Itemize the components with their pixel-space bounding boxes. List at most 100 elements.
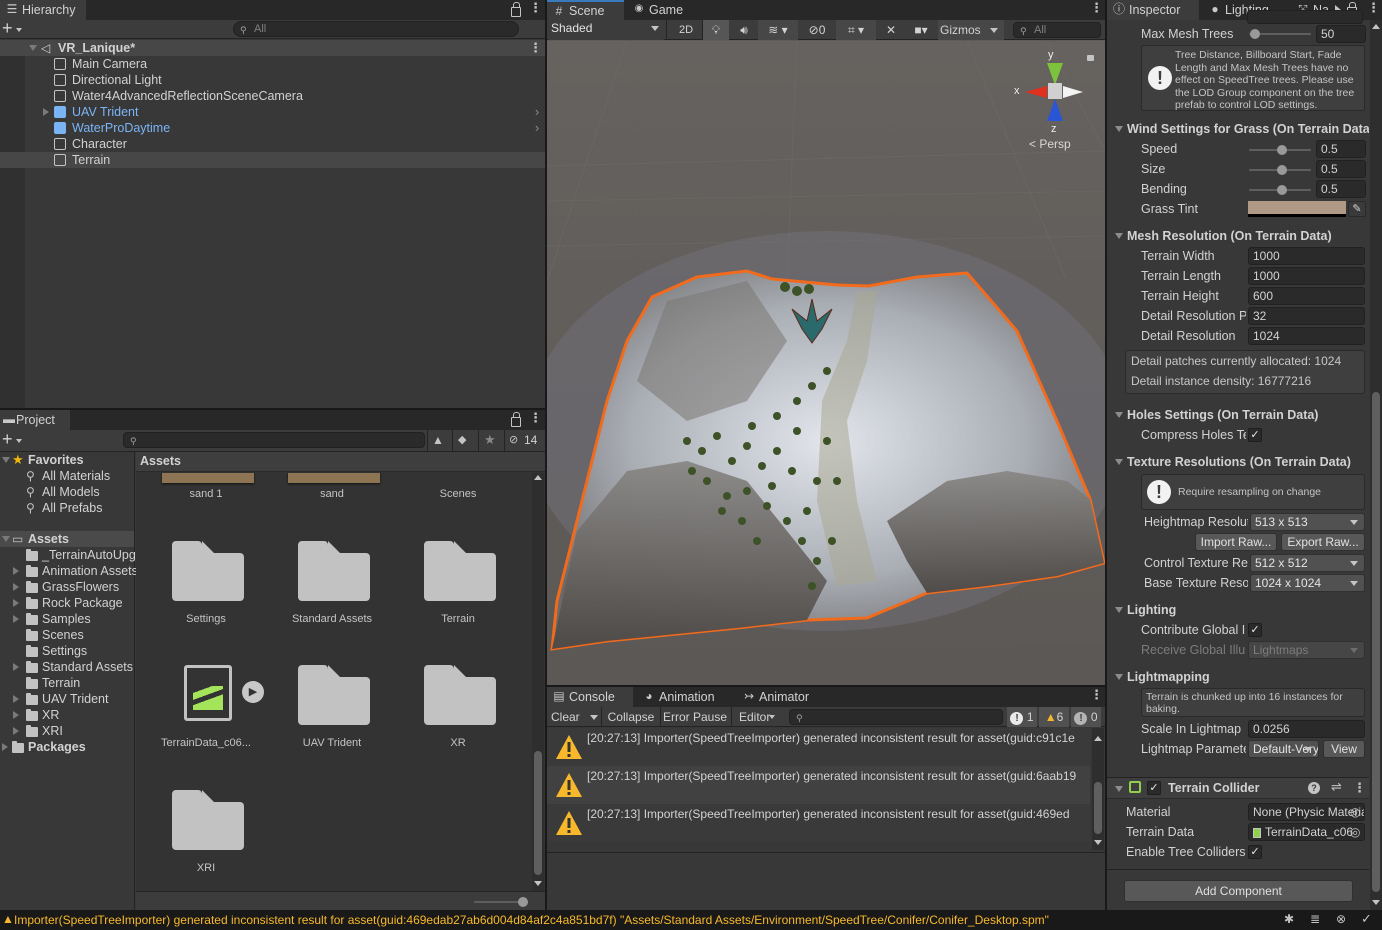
scroll-down-icon[interactable]: [1094, 840, 1102, 845]
wind-speed-field[interactable]: 0.5: [1316, 140, 1366, 158]
error-filter-toggle[interactable]: ! 0: [1071, 707, 1101, 727]
folder-item[interactable]: GrassFlowers: [0, 579, 134, 595]
hierarchy-item[interactable]: Water4AdvancedReflectionSceneCamera: [0, 88, 545, 104]
asset-item[interactable]: sand 1: [146, 473, 266, 523]
texture-resolutions-header[interactable]: Texture Resolutions (On Terrain Data): [1115, 453, 1369, 471]
object-picker-icon[interactable]: ◎: [1350, 825, 1360, 839]
mesh-field-input[interactable]: 1024: [1248, 327, 1365, 345]
scene-viewport[interactable]: y x z < Persp: [547, 41, 1105, 685]
base-texture-resolution-dropdown[interactable]: 1024 x 1024: [1250, 574, 1365, 592]
holes-settings-header[interactable]: Holes Settings (On Terrain Data): [1115, 406, 1369, 424]
more-options-icon[interactable]: ⋮: [1367, 1, 1380, 14]
scrollbar-thumb[interactable]: [1372, 392, 1380, 892]
expand-arrow-icon[interactable]: [13, 599, 19, 607]
warning-filter-toggle[interactable]: ▲6: [1039, 707, 1069, 727]
audio-toggle[interactable]: 🔊︎: [732, 20, 756, 40]
lock-icon[interactable]: [511, 2, 521, 17]
folder-item[interactable]: Scenes: [0, 627, 134, 643]
breadcrumb-assets[interactable]: Assets: [140, 454, 181, 468]
tab-animator[interactable]: ↣ Animator: [737, 687, 817, 707]
favorite-item[interactable]: ⚲ All Models: [0, 484, 134, 500]
asset-item[interactable]: XRI: [146, 778, 266, 891]
folder-item[interactable]: Terrain: [0, 675, 134, 691]
hierarchy-item[interactable]: Directional Light: [0, 72, 545, 88]
import-raw-button[interactable]: Import Raw...: [1195, 533, 1277, 551]
tab-animation[interactable]: ◕ Animation: [637, 687, 727, 707]
add-component-button[interactable]: Add Component: [1124, 880, 1353, 902]
create-dropdown-icon[interactable]: [16, 439, 22, 443]
icon-size-slider-knob[interactable]: [518, 897, 528, 907]
expand-arrow-icon[interactable]: [43, 108, 49, 116]
console-log-entry[interactable]: [20:27:13] Importer(SpeedTreeImporter) g…: [547, 804, 1090, 842]
assets-root[interactable]: ▭ Assets: [0, 531, 134, 547]
preset-settings-icon[interactable]: ⇌: [1331, 779, 1342, 795]
gizmo-neg-x-cone[interactable]: [1063, 86, 1083, 98]
expand-arrow-icon[interactable]: [2, 536, 10, 542]
orientation-gizmo[interactable]: y x z < Persp: [1013, 49, 1094, 151]
view-lightmap-params-button[interactable]: View: [1323, 740, 1365, 758]
eyedropper-icon[interactable]: ✎: [1348, 201, 1366, 217]
tab-project[interactable]: ▬ Project: [0, 410, 70, 430]
asset-item[interactable]: Settings: [146, 529, 266, 649]
effects-toggle[interactable]: ≋ ▾: [758, 20, 798, 40]
collider-terrain-data-field[interactable]: TerrainData_c06: [1248, 823, 1365, 841]
create-dropdown-icon[interactable]: [16, 28, 22, 32]
expand-arrow-icon[interactable]: [13, 663, 19, 671]
expand-arrow-icon[interactable]: [13, 711, 19, 719]
folder-item[interactable]: Standard Assets: [0, 659, 134, 675]
lighting-header[interactable]: Lighting: [1115, 601, 1369, 619]
project-search-input[interactable]: ⚲: [123, 432, 425, 448]
favorite-item[interactable]: ⚲ All Materials: [0, 468, 134, 484]
collider-material-field[interactable]: None (Physic Material): [1248, 803, 1365, 821]
help-icon[interactable]: ?: [1308, 782, 1320, 794]
folder-item[interactable]: Animation Assets: [0, 563, 138, 579]
expand-arrow-icon[interactable]: [13, 727, 19, 735]
folder-item[interactable]: Samples: [0, 611, 134, 627]
gizmos-dropdown[interactable]: Gizmos: [938, 20, 1004, 40]
console-search-input[interactable]: ⚲: [789, 709, 1003, 725]
component-more-icon[interactable]: ⋮: [1353, 781, 1366, 794]
scale-in-lightmap-field[interactable]: 0.0256: [1248, 720, 1365, 738]
tab-inspector[interactable]: ⓘ Inspector: [1107, 0, 1199, 20]
expand-arrow-icon[interactable]: [13, 615, 19, 623]
folder-item[interactable]: XRI: [0, 723, 134, 739]
hidden-objects-toggle[interactable]: ⊘0: [801, 20, 833, 40]
terrain-collider-enabled-checkbox[interactable]: ✓: [1147, 781, 1161, 795]
clear-button[interactable]: Clear: [547, 707, 585, 727]
console-log-entry[interactable]: [20:27:13] Importer(SpeedTreeImporter) g…: [547, 766, 1090, 804]
wind-speed-slider-knob[interactable]: [1277, 145, 1287, 155]
folder-item[interactable]: Settings: [0, 643, 134, 659]
lightmap-parameters-dropdown[interactable]: Default-VeryLowResolution: [1248, 740, 1319, 758]
scroll-down-icon[interactable]: [1372, 900, 1380, 905]
asset-item[interactable]: Scenes: [398, 473, 518, 523]
asset-item[interactable]: UAV Trident: [272, 653, 392, 773]
scene-more-icon[interactable]: ⋮: [529, 41, 542, 54]
console-detail-area[interactable]: [547, 852, 1105, 910]
mesh-field-input[interactable]: 1000: [1248, 267, 1365, 285]
hierarchy-item[interactable]: Main Camera: [0, 56, 545, 72]
collapse-toggle[interactable]: Collapse: [603, 707, 659, 727]
lock-icon[interactable]: [511, 412, 521, 427]
grid-toggle[interactable]: ⌗ ▾: [836, 20, 876, 40]
shading-mode-dropdown[interactable]: Shaded: [547, 20, 665, 40]
create-add-icon[interactable]: +: [2, 429, 13, 450]
asset-item[interactable]: Terrain: [398, 529, 518, 649]
favorite-item[interactable]: ⚲ All Prefabs: [0, 500, 134, 516]
favorites-star-icon[interactable]: ★: [484, 432, 496, 448]
tab-console[interactable]: ▤ Console: [547, 687, 633, 707]
tab-hierarchy[interactable]: ☰ Hierarchy: [0, 0, 86, 20]
console-log-entry[interactable]: [20:27:13] Importer(SpeedTreeImporter) g…: [547, 728, 1090, 766]
more-options-icon[interactable]: ⋮: [529, 411, 542, 424]
asset-item[interactable]: sand: [272, 473, 392, 523]
toggle-2d-button[interactable]: 2D: [674, 20, 698, 40]
create-add-icon[interactable]: +: [2, 18, 13, 39]
packages-root[interactable]: Packages: [0, 739, 134, 755]
status-message[interactable]: Importer(SpeedTreeImporter) generated in…: [14, 913, 1274, 927]
search-by-label-icon[interactable]: ◆: [458, 433, 466, 446]
mesh-field-input[interactable]: 1000: [1248, 247, 1365, 265]
auto-generate-lighting-icon[interactable]: ⊗: [1336, 912, 1346, 926]
hierarchy-item[interactable]: WaterProDaytime ›: [0, 120, 545, 136]
scrollbar-thumb[interactable]: [1094, 782, 1102, 834]
asset-grid-scrollbar[interactable]: [532, 473, 544, 891]
partial-field-above[interactable]: [1247, 10, 1363, 24]
